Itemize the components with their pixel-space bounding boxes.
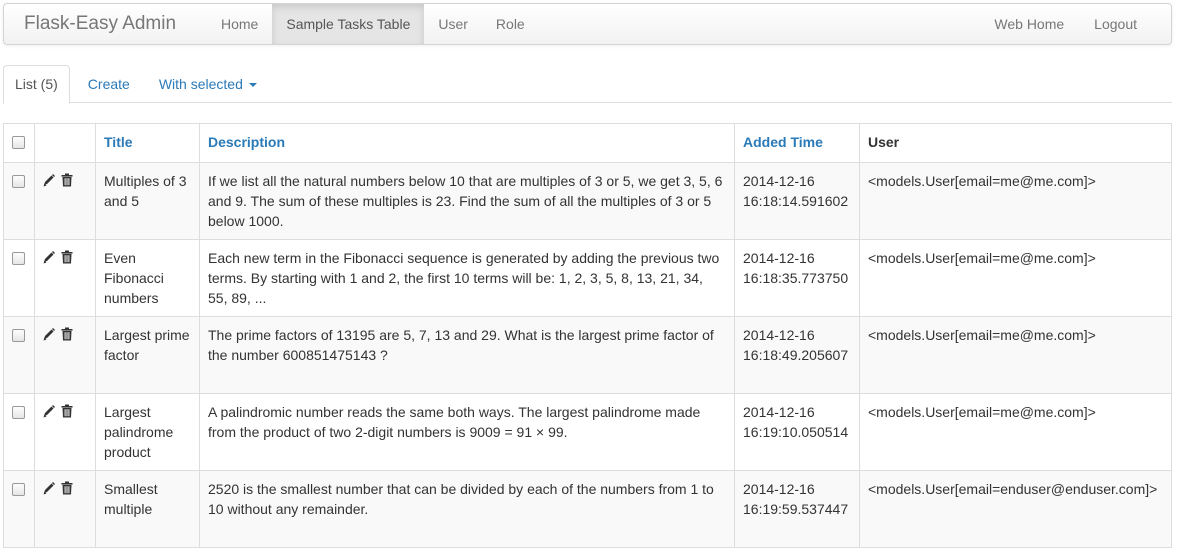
row-select-cell [3, 239, 35, 317]
row-user: <models.User[email=me@me.com]> [859, 316, 1172, 394]
trash-icon[interactable] [61, 481, 73, 495]
row-added-date: 2014-12-16 [743, 327, 815, 343]
row-checkbox[interactable] [12, 175, 25, 188]
row-title: Multiples of 3 and 5 [95, 162, 200, 240]
brand-link[interactable]: Flask-Easy Admin [24, 4, 176, 44]
row-description: 2520 is the smallest number that can be … [199, 470, 735, 548]
row-actions-cell [34, 162, 96, 240]
tab-create[interactable]: Create [77, 65, 141, 103]
row-added-date: 2014-12-16 [743, 173, 815, 189]
nav-home[interactable]: Home [207, 4, 272, 44]
row-title: Even Fibonacci numbers [95, 239, 200, 317]
table-row: Even Fibonacci numbers Each new term in … [3, 239, 1172, 317]
row-added-time: 2014-12-16 16:18:35.773750 [734, 239, 860, 317]
actions-header [34, 123, 96, 163]
row-select-cell [3, 470, 35, 548]
row-user: <models.User[email=enduser@enduser.com]> [859, 470, 1172, 548]
select-all-checkbox[interactable] [12, 136, 25, 149]
row-added-clock: 16:19:59.537447 [743, 501, 849, 517]
row-added-clock: 16:18:14.591602 [743, 193, 849, 209]
table-row: Multiples of 3 and 5 If we list all the … [3, 162, 1172, 240]
description-header[interactable]: Description [199, 123, 735, 163]
nav-user[interactable]: User [424, 4, 482, 44]
row-added-time: 2014-12-16 16:18:14.591602 [734, 162, 860, 240]
pencil-icon[interactable] [43, 173, 55, 187]
top-navbar: Flask-Easy Admin Home Sample Tasks Table… [3, 3, 1172, 45]
table-row: Smallest multiple 2520 is the smallest n… [3, 470, 1172, 548]
trash-icon[interactable] [61, 404, 73, 418]
table-body: Multiples of 3 and 5 If we list all the … [3, 162, 1172, 548]
table-header-row: Title Description Added Time User [3, 123, 1172, 163]
row-select-cell [3, 162, 35, 240]
trash-icon[interactable] [61, 173, 73, 187]
nav-web-home[interactable]: Web Home [979, 4, 1079, 44]
trash-icon[interactable] [61, 327, 73, 341]
description-sort-link[interactable]: Description [208, 134, 285, 150]
pencil-icon[interactable] [43, 250, 55, 264]
row-added-time: 2014-12-16 16:19:10.050514 [734, 393, 860, 471]
nav-left: Home Sample Tasks Table User Role [207, 4, 539, 44]
row-user: <models.User[email=me@me.com]> [859, 162, 1172, 240]
row-added-clock: 16:18:35.773750 [743, 270, 849, 286]
row-checkbox[interactable] [12, 483, 25, 496]
added-time-sort-link[interactable]: Added Time [743, 134, 823, 150]
tasks-table: Title Description Added Time User Multip… [3, 123, 1172, 548]
trash-icon[interactable] [61, 250, 73, 264]
row-description: If we list all the natural numbers below… [199, 162, 735, 240]
row-user: <models.User[email=me@me.com]> [859, 393, 1172, 471]
row-added-date: 2014-12-16 [743, 481, 815, 497]
with-selected-label: With selected [158, 76, 243, 92]
pencil-icon[interactable] [43, 481, 55, 495]
row-added-time: 2014-12-16 16:18:49.205607 [734, 316, 860, 394]
row-title: Largest palindrome product [95, 393, 200, 471]
row-checkbox[interactable] [12, 252, 25, 265]
row-added-clock: 16:18:49.205607 [743, 347, 849, 363]
added-time-header[interactable]: Added Time [734, 123, 860, 163]
nav-sample-tasks-table[interactable]: Sample Tasks Table [272, 4, 425, 44]
nav-role[interactable]: Role [482, 4, 539, 44]
row-actions-cell [34, 393, 96, 471]
row-description: The prime factors of 13195 are 5, 7, 13 … [199, 316, 735, 394]
row-actions-cell [34, 316, 96, 394]
user-header: User [859, 123, 1172, 163]
row-select-cell [3, 316, 35, 394]
row-user: <models.User[email=me@me.com]> [859, 239, 1172, 317]
pencil-icon[interactable] [43, 327, 55, 341]
row-title: Smallest multiple [95, 470, 200, 548]
with-selected-dropdown[interactable]: With selected [148, 65, 268, 103]
row-added-clock: 16:19:10.050514 [743, 424, 849, 440]
row-description: A palindromic number reads the same both… [199, 393, 735, 471]
row-checkbox[interactable] [12, 406, 25, 419]
view-tabs: List (5) Create With selected [3, 65, 1172, 104]
row-added-date: 2014-12-16 [743, 250, 815, 266]
title-sort-link[interactable]: Title [104, 134, 133, 150]
pencil-icon[interactable] [43, 404, 55, 418]
title-header[interactable]: Title [95, 123, 200, 163]
select-all-cell [3, 123, 35, 163]
table-row: Largest prime factor The prime factors o… [3, 316, 1172, 394]
row-description: Each new term in the Fibonacci sequence … [199, 239, 735, 317]
row-actions-cell [34, 470, 96, 548]
tab-list[interactable]: List (5) [3, 65, 70, 104]
row-actions-cell [34, 239, 96, 317]
nav-right: Web Home Logout [979, 4, 1152, 44]
row-added-time: 2014-12-16 16:19:59.537447 [734, 470, 860, 548]
nav-logout[interactable]: Logout [1079, 4, 1152, 44]
row-checkbox[interactable] [12, 329, 25, 342]
row-added-date: 2014-12-16 [743, 404, 815, 420]
row-select-cell [3, 393, 35, 471]
table-row: Largest palindrome product A palindromic… [3, 393, 1172, 471]
row-title: Largest prime factor [95, 316, 200, 394]
caret-down-icon [248, 83, 257, 88]
